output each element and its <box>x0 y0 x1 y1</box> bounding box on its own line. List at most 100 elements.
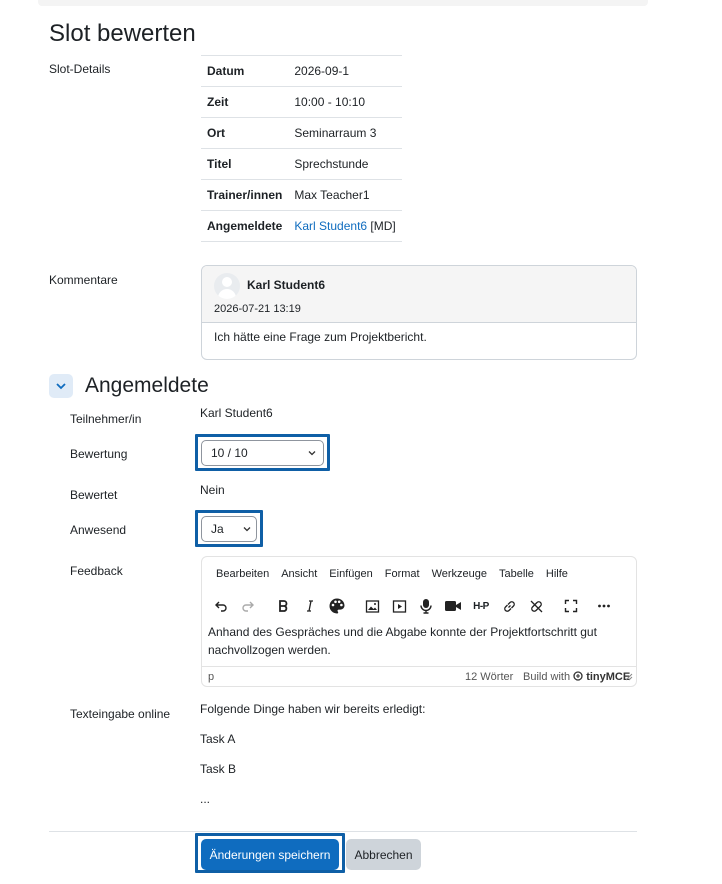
attended-label: Anwesend <box>70 523 127 537</box>
undo-button[interactable] <box>210 595 232 617</box>
editor-toolbar: H-P <box>210 595 620 617</box>
comment-card: Karl Student6 2026-07-21 13:19 Ich hätte… <box>201 265 637 360</box>
unlink-icon <box>530 600 542 612</box>
comment-author: Karl Student6 <box>247 278 326 292</box>
online-text-line: Task A <box>200 732 236 746</box>
italic-button[interactable] <box>299 595 321 617</box>
slot-details-table: Datum 2026-09-1 Zeit 10:00 - 10:10 Ort S… <box>201 55 402 242</box>
table-row: Datum 2026-09-1 <box>201 55 402 87</box>
chevron-down-icon <box>243 527 251 532</box>
online-text-line: Task B <box>200 762 237 776</box>
menu-view[interactable]: Ansicht <box>275 568 323 580</box>
section-title: Angemeldete <box>85 374 209 397</box>
italic-icon <box>307 600 313 612</box>
slot-details-label: Slot-Details <box>49 62 111 76</box>
grade-select-value: 10 / 10 <box>211 446 248 460</box>
redo-button[interactable] <box>237 595 259 617</box>
h5p-button[interactable]: H-P <box>469 595 493 617</box>
participant-label: Teilnehmer/in <box>70 412 142 426</box>
chevron-down-icon <box>308 451 316 456</box>
h5p-icon: H-P <box>473 600 489 612</box>
form-divider <box>49 831 637 832</box>
redo-icon <box>242 601 254 612</box>
detail-value: Sprechstunde <box>294 157 369 171</box>
insert-image-button[interactable] <box>361 595 383 617</box>
build-with: Build with tinyMCE <box>523 671 630 683</box>
detail-key: Titel <box>207 157 232 171</box>
comments-label: Kommentare <box>49 273 118 287</box>
image-icon <box>365 599 379 613</box>
media-icon <box>392 599 406 613</box>
comment-date: 2026-07-21 13:19 <box>214 303 301 315</box>
table-row: Trainer/innen Max Teacher1 <box>201 179 402 211</box>
bold-button[interactable] <box>272 595 294 617</box>
table-row: Ort Seminarraum 3 <box>201 117 402 149</box>
detail-key: Trainer/innen <box>207 188 283 202</box>
table-row: Zeit 10:00 - 10:10 <box>201 86 402 118</box>
more-dots-icon <box>598 604 610 608</box>
avatar <box>214 273 240 299</box>
detail-value: Max Teacher1 <box>294 188 370 202</box>
menu-tools[interactable]: Werkzeuge <box>426 568 493 580</box>
participant-value: Karl Student6 <box>200 406 273 420</box>
chevron-down-icon <box>56 383 66 390</box>
tinymce-brand[interactable]: tinyMCE <box>586 671 630 683</box>
fullscreen-icon <box>564 599 578 613</box>
student-link[interactable]: Karl Student6 <box>294 219 367 233</box>
build-with-label: Build with <box>523 671 571 683</box>
undo-icon <box>215 601 227 612</box>
detail-key: Datum <box>207 64 245 78</box>
grade-label: Bewertung <box>70 447 128 461</box>
comment-text: Ich hätte eine Frage zum Projektbericht. <box>214 330 427 344</box>
link-icon <box>503 600 515 612</box>
menu-help[interactable]: Hilfe <box>540 568 574 580</box>
menu-edit[interactable]: Bearbeiten <box>210 568 275 580</box>
record-audio-button[interactable] <box>415 595 437 617</box>
microphone-icon <box>420 599 432 614</box>
unlink-button[interactable] <box>525 595 547 617</box>
online-text-line: ... <box>200 792 211 806</box>
detail-key: Angemeldete <box>207 219 283 233</box>
menu-format[interactable]: Format <box>379 568 426 580</box>
graded-label: Bewertet <box>70 488 118 502</box>
comment-header: Karl Student6 2026-07-21 13:19 <box>202 266 636 323</box>
word-count[interactable]: 12 Wörter <box>465 671 513 683</box>
online-text-line: Folgende Dinge haben wir bereits erledig… <box>200 702 426 716</box>
cancel-button[interactable]: Abbrechen <box>346 839 421 870</box>
feedback-editor: Bearbeiten Ansicht Einfügen Format Werkz… <box>201 556 637 687</box>
record-video-button[interactable] <box>442 595 464 617</box>
table-row: Titel Sprechstunde <box>201 148 402 180</box>
grade-select[interactable]: 10 / 10 <box>201 440 324 466</box>
palette-icon <box>329 598 345 614</box>
insert-link-button[interactable] <box>498 595 520 617</box>
online-text-label: Texteingabe online <box>70 707 171 721</box>
more-button[interactable] <box>593 595 615 617</box>
menu-table[interactable]: Tabelle <box>493 568 540 580</box>
element-path[interactable]: p <box>208 671 214 683</box>
fullscreen-button[interactable] <box>560 595 582 617</box>
editor-content[interactable]: Anhand des Gespräches und die Abgabe kon… <box>208 623 632 659</box>
section-collapse-toggle[interactable] <box>49 374 73 398</box>
save-button[interactable]: Änderungen speichern <box>201 839 339 870</box>
menu-insert[interactable]: Einfügen <box>323 568 378 580</box>
tinymce-logo-icon <box>573 671 583 681</box>
detail-key: Zeit <box>207 95 229 109</box>
graded-value: Nein <box>200 483 225 497</box>
resize-handle-icon[interactable] <box>625 673 633 681</box>
editor-statusbar: p 12 Wörter Build with tinyMCE <box>202 666 636 687</box>
detail-value: Karl Student6 [MD] <box>288 211 401 242</box>
detail-value: 10:00 - 10:10 <box>294 95 366 109</box>
page-title: Slot bewerten <box>49 20 196 47</box>
video-camera-icon <box>445 601 461 611</box>
text-color-button[interactable] <box>326 595 348 617</box>
table-row: Angemeldete Karl Student6 [MD] <box>201 210 402 242</box>
feedback-label: Feedback <box>70 564 123 578</box>
insert-media-button[interactable] <box>388 595 410 617</box>
detail-key: Ort <box>207 126 225 140</box>
attended-select-value: Ja <box>211 522 224 536</box>
bold-icon <box>279 600 288 612</box>
attended-select[interactable]: Ja <box>201 516 257 542</box>
top-bar <box>38 0 648 6</box>
editor-menubar: Bearbeiten Ansicht Einfügen Format Werkz… <box>210 568 574 580</box>
detail-value: 2026-09-1 <box>294 64 350 78</box>
